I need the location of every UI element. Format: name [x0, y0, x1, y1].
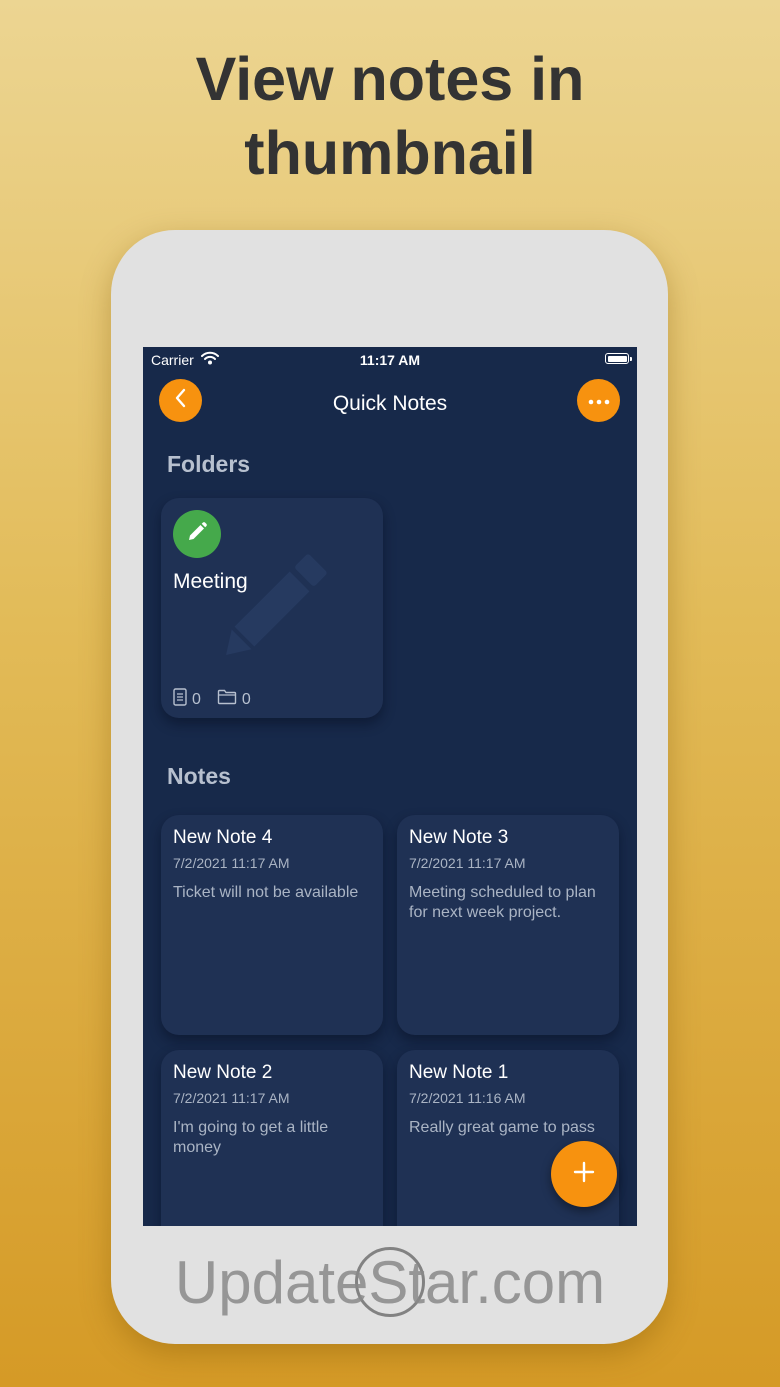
note-card[interactable]: New Note 3 7/2/2021 11:17 AM Meeting sch… — [397, 815, 619, 1035]
note-preview: Really great game to pass — [409, 1119, 595, 1136]
note-card[interactable]: New Note 2 7/2/2021 11:17 AM I'm going t… — [161, 1050, 383, 1226]
note-title: New Note 2 — [173, 1062, 273, 1083]
headline: View notes in thumbnail — [0, 42, 780, 190]
note-title: New Note 1 — [409, 1062, 509, 1083]
note-date: 7/2/2021 11:16 AM — [409, 1090, 526, 1106]
status-time: 11:17 AM — [359, 352, 421, 368]
watermark-text: UpdateStar.com — [174, 1249, 606, 1316]
folder-card-meeting[interactable]: Meeting 0 0 — [161, 498, 383, 718]
folder-icon — [217, 689, 242, 710]
more-options-button[interactable] — [577, 379, 620, 422]
note-title: New Note 4 — [173, 827, 273, 848]
subfolders-count-value: 0 — [241, 690, 251, 708]
folder-name: Meeting — [173, 570, 248, 593]
note-title: New Note 3 — [409, 827, 509, 848]
note-date: 7/2/2021 11:17 AM — [173, 1090, 290, 1106]
ellipsis-icon — [588, 392, 610, 410]
note-preview: Meeting scheduled to plan for next week … — [409, 884, 596, 921]
battery-icon — [605, 353, 632, 364]
note-card[interactable]: New Note 4 7/2/2021 11:17 AM Ticket will… — [161, 815, 383, 1035]
folder-stats: 0 0 — [173, 688, 267, 711]
folders-section-title: Folders — [167, 451, 251, 477]
folder-badge — [173, 510, 221, 558]
headline-line-1: View notes in — [195, 45, 585, 113]
pencil-icon — [186, 521, 208, 548]
status-bar: Carrier 11:17 AM — [143, 347, 637, 373]
notes-section-title: Notes — [167, 763, 231, 789]
folder-notes-count: 0 — [173, 688, 201, 711]
document-icon — [173, 688, 192, 711]
headline-line-2: thumbnail — [244, 119, 536, 187]
app-screen: Carrier 11:17 AM Quick Notes Folders Mee… — [143, 347, 637, 1226]
folder-subfolders-count: 0 — [217, 689, 251, 710]
note-preview: I'm going to get a little money — [173, 1119, 329, 1156]
note-date: 7/2/2021 11:17 AM — [409, 855, 526, 871]
pencil-watermark-icon — [207, 544, 337, 679]
add-note-button[interactable] — [551, 1141, 617, 1207]
notes-count-value: 0 — [192, 690, 201, 708]
note-preview: Ticket will not be available — [173, 884, 359, 901]
page-title: Quick Notes — [332, 392, 448, 415]
note-date: 7/2/2021 11:17 AM — [173, 855, 290, 871]
plus-icon — [572, 1160, 596, 1189]
